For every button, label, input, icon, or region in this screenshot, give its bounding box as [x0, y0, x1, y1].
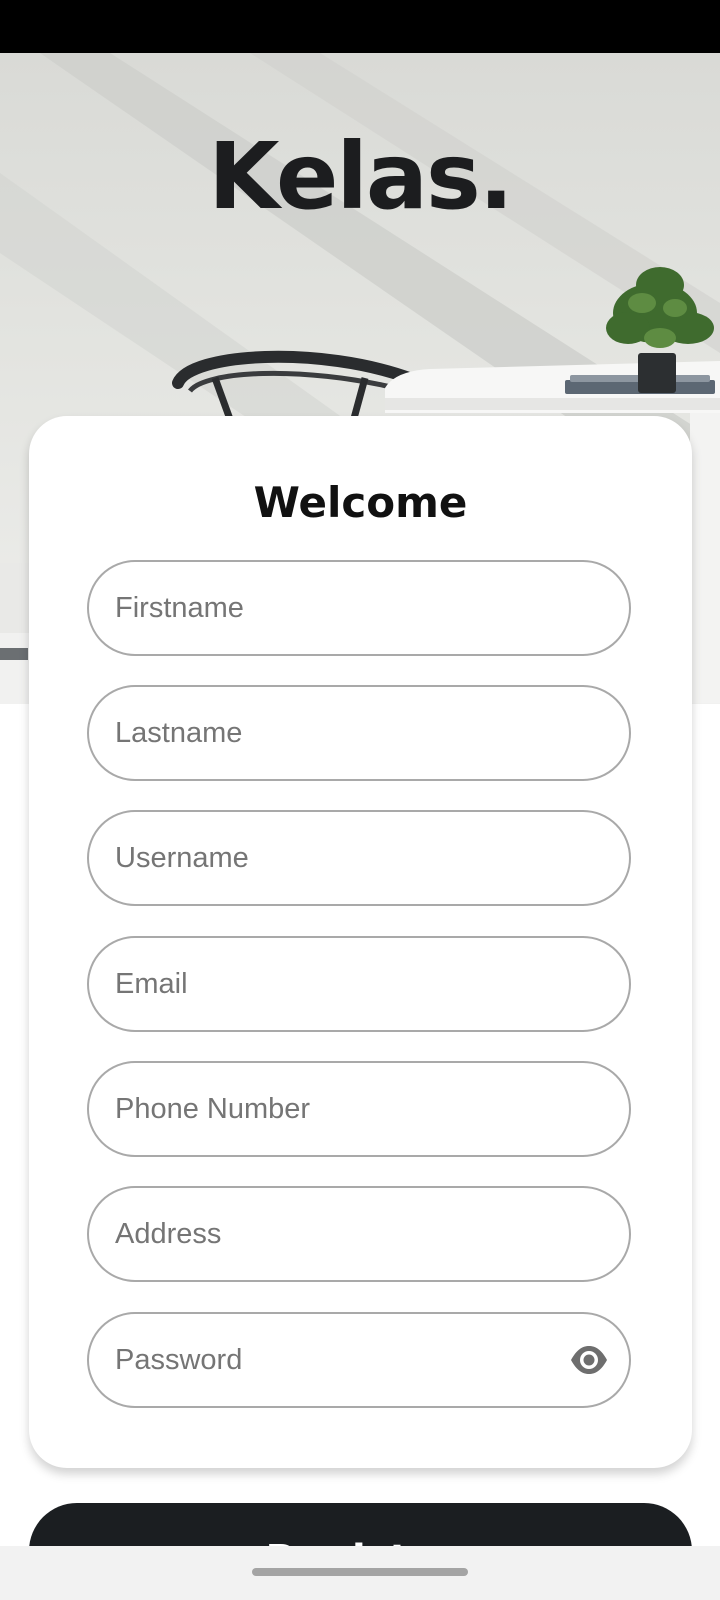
password-input[interactable]	[115, 1314, 535, 1406]
register-card: Welcome	[29, 416, 692, 1468]
lastname-field[interactable]	[87, 685, 631, 781]
password-field[interactable]	[87, 1312, 631, 1408]
app-logo: Kelas.	[208, 123, 513, 230]
email-field[interactable]	[87, 936, 631, 1032]
phone-number-input[interactable]	[115, 1063, 585, 1155]
navigation-bar	[0, 1546, 720, 1600]
firstname-input[interactable]	[115, 562, 585, 654]
status-bar	[0, 0, 720, 53]
eye-icon[interactable]	[569, 1342, 609, 1378]
welcome-title: Welcome	[253, 478, 468, 527]
username-input[interactable]	[115, 812, 585, 904]
phone-number-field[interactable]	[87, 1061, 631, 1157]
email-input[interactable]	[115, 938, 585, 1030]
lastname-input[interactable]	[115, 687, 585, 779]
address-field[interactable]	[87, 1186, 631, 1282]
username-field[interactable]	[87, 810, 631, 906]
address-input[interactable]	[115, 1188, 585, 1280]
home-indicator[interactable]	[252, 1568, 468, 1576]
firstname-field[interactable]	[87, 560, 631, 656]
register-screen: Kelas. Welcome Firstname Lastname Userna…	[0, 0, 720, 1600]
